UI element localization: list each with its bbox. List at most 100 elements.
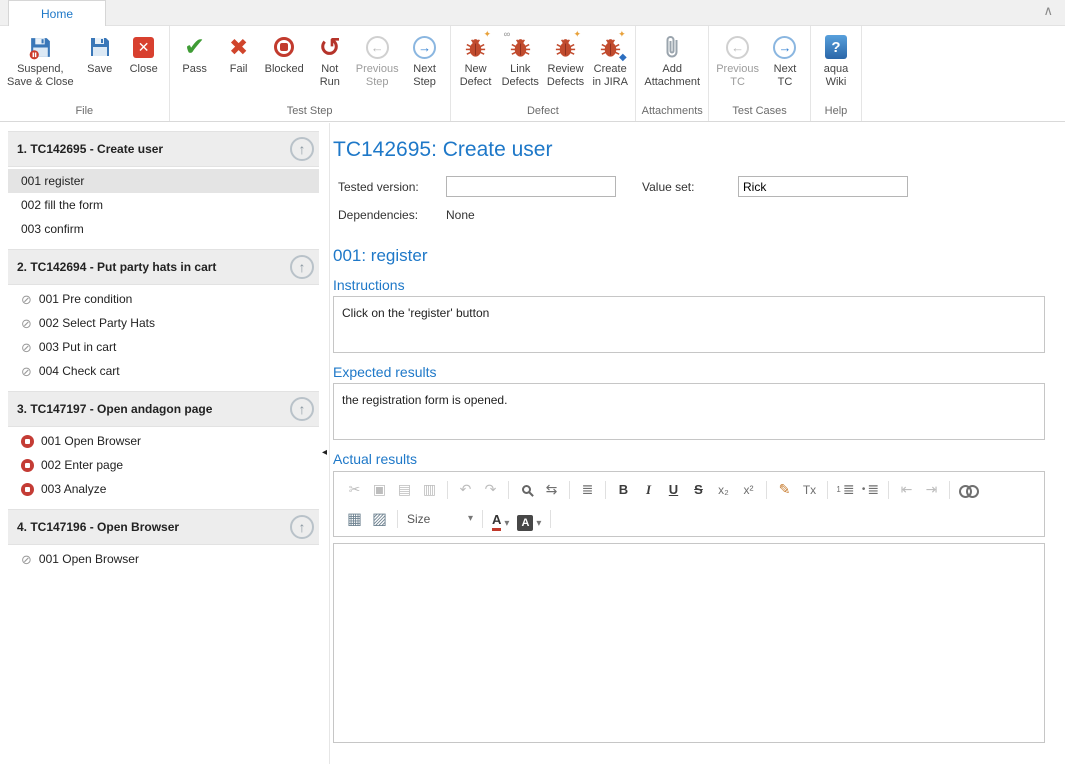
jira-diamond-icon: ◆ xyxy=(619,53,627,63)
ribbon-group-help: ? aqua Wiki Help xyxy=(811,26,862,121)
fail-button[interactable]: ✖ Fail xyxy=(217,30,261,76)
text-color-button[interactable]: A ▾ xyxy=(488,507,513,531)
paste-text-icon[interactable]: ▥ xyxy=(417,478,442,502)
expected-results-box[interactable]: the registration form is opened. xyxy=(333,383,1045,440)
save-button[interactable]: Save xyxy=(78,30,122,76)
splitter-grip-icon[interactable]: ◂ xyxy=(322,447,327,458)
paperclip-icon xyxy=(660,31,684,63)
sidebar-tc-142694-header[interactable]: 2. TC142694 - Put party hats in cart ↑ xyxy=(8,249,319,285)
suspend-save-close-button[interactable]: Suspend, Save & Close xyxy=(3,30,78,89)
aqua-wiki-button[interactable]: ? aqua Wiki xyxy=(814,30,858,89)
step-item-003-confirm[interactable]: 003 confirm xyxy=(8,217,319,241)
toolbar-separator xyxy=(605,481,606,499)
background-color-button[interactable]: A ▾ xyxy=(513,507,545,531)
step-item-002-fill-the-form[interactable]: 002 fill the form xyxy=(8,193,319,217)
tested-version-label: Tested version: xyxy=(333,180,446,194)
tab-home[interactable]: Home xyxy=(8,0,106,26)
step-item-002-enter-page[interactable]: 002 Enter page xyxy=(8,453,319,477)
arrow-left-glyph: ← xyxy=(731,40,744,55)
up-arrow-glyph: ↑ xyxy=(299,141,306,157)
text-color-a-icon: A xyxy=(492,513,501,530)
pass-button[interactable]: ✔ Pass xyxy=(173,30,217,76)
scroll-to-tc-icon[interactable]: ↑ xyxy=(290,255,314,279)
search-icon[interactable] xyxy=(514,478,539,502)
link-icon[interactable] xyxy=(955,478,980,502)
instructions-box[interactable]: Click on the 'register' button xyxy=(333,296,1045,353)
instructions-text: Click on the 'register' button xyxy=(342,306,489,320)
step-item-001-open-browser-2[interactable]: ⊘ 001 Open Browser xyxy=(8,547,319,571)
sidebar-tc-147196-header[interactable]: 4. TC147196 - Open Browser ↑ xyxy=(8,509,319,545)
new-defect-bug-icon: ✦ xyxy=(463,31,488,63)
test-execution-panel: ◂ TC142695: Create user Tested version: … xyxy=(331,122,1045,764)
blocked-status-icon xyxy=(21,459,34,472)
underline-icon[interactable]: U xyxy=(661,478,686,502)
create-in-jira-button[interactable]: ✦ ◆ Create in JIRA xyxy=(588,30,632,89)
create-in-jira-label: Create in JIRA xyxy=(592,63,627,89)
scroll-to-tc-icon[interactable]: ↑ xyxy=(290,137,314,161)
copy-icon[interactable]: ▣ xyxy=(367,478,392,502)
chevron-down-icon: ▾ xyxy=(536,518,541,529)
not-run-button[interactable]: ↺ Not Run xyxy=(308,30,352,89)
not-run-status-icon: ⊘ xyxy=(21,341,32,354)
italic-icon[interactable]: I xyxy=(636,478,661,502)
step-item-004-check-cart[interactable]: ⊘ 004 Check cart xyxy=(8,359,319,383)
step-item-001-open-browser[interactable]: 001 Open Browser xyxy=(8,429,319,453)
numbered-list-icon[interactable]: ≣ xyxy=(833,478,858,502)
arrow-left-glyph: ← xyxy=(371,40,384,55)
add-attachment-button[interactable]: Add Attachment xyxy=(639,30,705,89)
previous-tc-icon: ← xyxy=(726,31,749,63)
step-item-001-register[interactable]: 001 register xyxy=(8,169,319,193)
superscript-icon[interactable]: x² xyxy=(736,478,761,502)
step-item-002-select-party-hats[interactable]: ⊘ 002 Select Party Hats xyxy=(8,311,319,335)
value-set-input[interactable] xyxy=(738,176,908,197)
rich-text-editor-toolbar: ✂ ▣ ▤ ▥ ↶ ↷ ⇆ ≣ B I U S x₂ x² ✎ Tx ≣ ≣ xyxy=(333,471,1045,537)
decrease-indent-icon[interactable]: ⇤ xyxy=(894,478,919,502)
sidebar-tc-147197-header[interactable]: 3. TC147197 - Open andagon page ↑ xyxy=(8,391,319,427)
undo-icon[interactable]: ↶ xyxy=(453,478,478,502)
sparkle-icon: ✦ xyxy=(618,30,626,39)
remove-format-icon[interactable]: Tx xyxy=(797,478,822,502)
previous-step-button[interactable]: ← Previous Step xyxy=(352,30,403,89)
insert-image-icon[interactable]: ▨ xyxy=(367,507,392,531)
blockquote-icon[interactable]: ≣ xyxy=(575,478,600,502)
next-step-button[interactable]: → Next Step xyxy=(403,30,447,89)
replace-icon[interactable]: ⇆ xyxy=(539,478,564,502)
ribbon-collapse-button[interactable]: ∧ xyxy=(1043,3,1053,19)
new-defect-button[interactable]: ✦ New Defect xyxy=(454,30,498,89)
increase-indent-icon[interactable]: ⇥ xyxy=(919,478,944,502)
tested-version-input[interactable] xyxy=(446,176,616,197)
not-run-glyph: ↺ xyxy=(319,34,341,60)
sidebar-tc-142695-header[interactable]: 1. TC142695 - Create user ↑ xyxy=(8,131,319,167)
up-arrow-glyph: ↑ xyxy=(299,401,306,417)
redo-icon[interactable]: ↷ xyxy=(478,478,503,502)
test-case-sidebar: 1. TC142695 - Create user ↑ 001 register… xyxy=(0,123,330,764)
toolbar-separator xyxy=(888,481,889,499)
font-size-dropdown[interactable]: Size ▾ xyxy=(403,508,477,530)
insert-table-icon[interactable]: ▦ xyxy=(342,507,367,531)
previous-tc-button[interactable]: ← Previous TC xyxy=(712,30,763,89)
step-label: 002 Select Party Hats xyxy=(39,316,155,330)
copy-formatting-icon[interactable]: ✎ xyxy=(772,478,797,502)
not-run-status-icon: ⊘ xyxy=(21,553,32,566)
not-run-status-icon: ⊘ xyxy=(21,317,32,330)
bulleted-list-icon[interactable]: ≣ xyxy=(858,478,883,502)
scroll-to-tc-icon[interactable]: ↑ xyxy=(290,515,314,539)
close-button[interactable]: ✕ Close xyxy=(122,30,166,76)
fail-label: Fail xyxy=(230,63,248,76)
strikethrough-icon[interactable]: S xyxy=(686,478,711,502)
cut-icon[interactable]: ✂ xyxy=(342,478,367,502)
bold-icon[interactable]: B xyxy=(611,478,636,502)
step-item-003-analyze[interactable]: 003 Analyze xyxy=(8,477,319,501)
dependencies-value: None xyxy=(446,208,475,222)
link-defects-button[interactable]: ∞ Link Defects xyxy=(498,30,543,89)
blocked-button[interactable]: Blocked xyxy=(261,30,308,76)
next-tc-button[interactable]: → Next TC xyxy=(763,30,807,89)
subscript-icon[interactable]: x₂ xyxy=(711,478,736,502)
actual-results-editor-area[interactable] xyxy=(333,543,1045,743)
scroll-to-tc-icon[interactable]: ↑ xyxy=(290,397,314,421)
step-item-003-put-in-cart[interactable]: ⊘ 003 Put in cart xyxy=(8,335,319,359)
group-label-file: File xyxy=(0,103,169,121)
paste-icon[interactable]: ▤ xyxy=(392,478,417,502)
step-item-001-pre-condition[interactable]: ⊘ 001 Pre condition xyxy=(8,287,319,311)
review-defects-button[interactable]: ✦ Review Defects xyxy=(543,30,588,89)
